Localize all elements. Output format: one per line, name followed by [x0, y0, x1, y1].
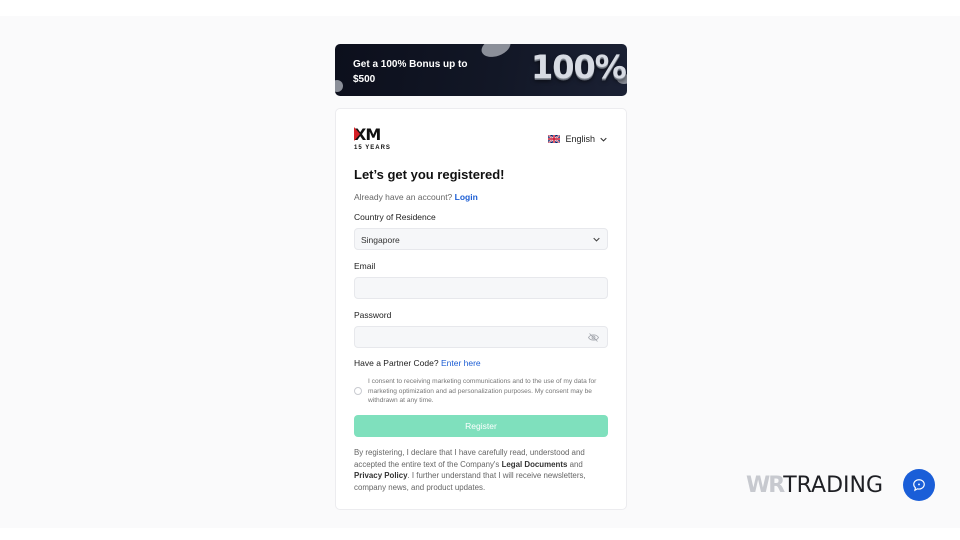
- legal-documents-link[interactable]: Legal Documents: [502, 460, 568, 469]
- bottom-strip: [0, 528, 960, 540]
- banner-coin-icon: [335, 80, 343, 92]
- registration-card: XM 15 YEARS English Let’s get you regist…: [335, 108, 627, 510]
- eye-off-icon[interactable]: [588, 333, 599, 342]
- watermark-trading: TRADING: [783, 473, 884, 498]
- uk-flag-icon: [548, 135, 561, 143]
- register-button[interactable]: Register: [354, 415, 608, 437]
- banner-coin-icon: [478, 44, 514, 61]
- email-label: Email: [354, 261, 376, 271]
- email-field[interactable]: [355, 278, 607, 298]
- legal-disclaimer: By registering, I declare that I have ca…: [354, 447, 610, 493]
- chevron-down-icon: [600, 137, 607, 142]
- logo-years: 15 YEARS: [354, 145, 391, 151]
- consent-text: I consent to receiving marketing communi…: [368, 378, 597, 404]
- partner-code-text: Have a Partner Code?: [354, 358, 439, 368]
- partner-code-link[interactable]: Enter here: [441, 358, 481, 368]
- logo-red-triangle-icon: [354, 127, 360, 141]
- login-prompt-text: Already have an account?: [354, 192, 453, 202]
- email-field-wrapper: [354, 277, 608, 299]
- country-label: Country of Residence: [354, 212, 436, 222]
- legal-text-2: and: [569, 459, 583, 469]
- password-field-wrapper: [354, 326, 608, 348]
- top-strip: [0, 0, 960, 16]
- consent-checkbox[interactable]: [354, 387, 362, 395]
- banner-100-percent: 100%: [531, 48, 627, 86]
- privacy-policy-link[interactable]: Privacy Policy: [354, 471, 408, 480]
- chevron-down-icon: [593, 237, 600, 242]
- language-label: English: [565, 134, 595, 144]
- login-link[interactable]: Login: [455, 192, 478, 202]
- banner-text: Get a 100% Bonus up to $500: [353, 59, 468, 85]
- chat-bubble-icon: [913, 479, 925, 492]
- page-title: Let’s get you registered!: [354, 167, 505, 182]
- login-prompt: Already have an account? Login: [354, 192, 478, 202]
- wr-trading-watermark: WRTRADING: [746, 473, 883, 498]
- password-field[interactable]: [355, 327, 607, 347]
- country-select[interactable]: Singapore: [354, 228, 608, 250]
- chat-button[interactable]: [903, 469, 935, 501]
- country-value: Singapore: [361, 235, 400, 245]
- xm-logo[interactable]: XM 15 YEARS: [354, 126, 394, 154]
- partner-code-prompt: Have a Partner Code? Enter here: [354, 358, 481, 368]
- watermark-wr: WR: [746, 473, 785, 498]
- language-selector[interactable]: English: [548, 134, 607, 144]
- promo-banner[interactable]: Get a 100% Bonus up to $500 100%: [335, 44, 627, 96]
- password-label: Password: [354, 310, 392, 320]
